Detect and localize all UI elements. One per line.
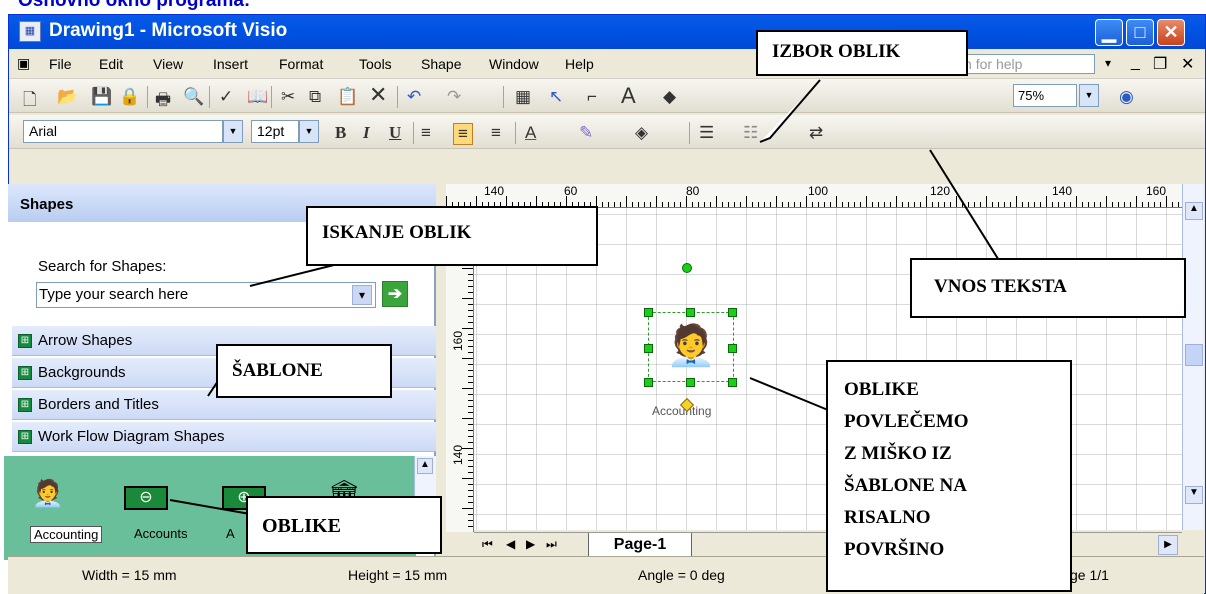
callout-povlecemo: OBLIKE POVLEČEMO Z MIŠKO IZ ŠABLONE NA R…: [826, 360, 1072, 592]
callout-line: Z MIŠKO IZ: [844, 443, 952, 464]
callout-line: POVLEČEMO: [844, 411, 969, 432]
callout-oblike: OBLIKE: [246, 496, 442, 554]
callout-line: OBLIKE: [844, 379, 919, 400]
callout-izbor-oblik: IZBOR OBLIK: [756, 30, 968, 76]
callout-vnos-teksta: VNOS TEKSTA: [910, 258, 1186, 318]
callout-line: ŠABLONE NA: [844, 475, 967, 496]
callout-line: RISALNO: [844, 507, 931, 528]
callout-line: POVRŠINO: [844, 539, 945, 560]
callout-iskanje-oblik: ISKANJE OBLIK: [306, 206, 598, 266]
callout-sablone: ŠABLONE: [216, 344, 392, 398]
